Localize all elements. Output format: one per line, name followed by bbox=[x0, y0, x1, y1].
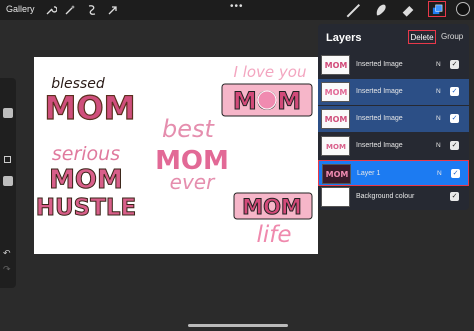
svg-text:MOM: MOM bbox=[325, 115, 348, 124]
svg-text:MOM: MOM bbox=[325, 88, 348, 97]
layer-thumbnail bbox=[321, 187, 350, 207]
magic-wand-icon[interactable] bbox=[63, 3, 77, 17]
wrench-icon[interactable] bbox=[44, 3, 58, 17]
blend-mode[interactable]: N bbox=[436, 88, 441, 95]
art-mom-1: MOM bbox=[45, 89, 136, 127]
layer-name: Inserted Image bbox=[356, 61, 403, 68]
gallery-button[interactable]: Gallery bbox=[6, 4, 35, 14]
layer-name: Layer 1 bbox=[357, 170, 381, 177]
move-arrow-icon[interactable] bbox=[106, 3, 120, 17]
layer-thumbnail: MOM bbox=[321, 55, 350, 75]
visibility-checkbox[interactable]: ✓ bbox=[450, 114, 459, 123]
blend-mode[interactable]: N bbox=[436, 115, 441, 122]
layer-row[interactable]: MOM Inserted Image N ✓ bbox=[318, 79, 469, 105]
canvas-artwork: blessed MOM serious MOM HUSTLE best MOM … bbox=[35, 63, 313, 248]
layer-row[interactable]: MOM Inserted Image N ✓ bbox=[318, 106, 469, 132]
layer-thumbnail: MOM bbox=[322, 164, 351, 184]
svg-text:MOM: MOM bbox=[326, 143, 346, 151]
layer-thumbnail: MOM bbox=[321, 82, 350, 102]
heart-icon bbox=[257, 90, 277, 110]
visibility-checkbox[interactable]: ✓ bbox=[450, 192, 459, 201]
layer-row[interactable]: MOM Inserted Image N ✓ bbox=[318, 133, 469, 159]
eraser-icon[interactable] bbox=[400, 3, 416, 17]
art-mom-2: MOM bbox=[49, 165, 123, 195]
visibility-checkbox[interactable]: ✓ bbox=[450, 60, 459, 69]
modify-button[interactable] bbox=[4, 156, 11, 163]
layer-name: Background colour bbox=[356, 193, 415, 200]
svg-text:MOM: MOM bbox=[326, 170, 349, 179]
home-indicator bbox=[188, 324, 288, 327]
layer-thumbnail: MOM bbox=[321, 136, 350, 156]
visibility-checkbox[interactable]: ✓ bbox=[451, 169, 460, 178]
art-hustle: HUSTLE bbox=[36, 195, 137, 221]
brush-icon[interactable] bbox=[346, 3, 362, 18]
brush-size-slider[interactable] bbox=[3, 108, 13, 118]
selection-icon[interactable] bbox=[85, 3, 99, 17]
layer-thumbnail: MOM bbox=[321, 109, 350, 129]
layer-row-active[interactable]: MOM Layer 1 N ✓ bbox=[318, 160, 469, 186]
art-life: life bbox=[256, 222, 291, 248]
blend-mode[interactable]: N bbox=[436, 142, 441, 149]
layer-row-background[interactable]: Background colour ✓ bbox=[318, 184, 469, 210]
art-mom-5: MOM bbox=[242, 195, 302, 219]
art-serious: serious bbox=[52, 143, 120, 165]
art-best: best bbox=[162, 115, 216, 143]
art-love-you: I love you bbox=[234, 63, 307, 81]
visibility-checkbox[interactable]: ✓ bbox=[450, 87, 459, 96]
layer-row[interactable]: MOM Inserted Image N ✓ bbox=[318, 52, 469, 78]
blend-mode[interactable]: N bbox=[436, 61, 441, 68]
layer-name: Inserted Image bbox=[356, 88, 403, 95]
art-ever: ever bbox=[170, 170, 216, 194]
smudge-icon[interactable] bbox=[373, 3, 389, 17]
more-options[interactable]: ••• bbox=[230, 1, 244, 12]
visibility-checkbox[interactable]: ✓ bbox=[450, 141, 459, 150]
layers-panel: Layers Delete Group MOM Inserted Image N… bbox=[318, 24, 469, 210]
blend-mode[interactable]: N bbox=[437, 170, 442, 177]
layers-icon[interactable] bbox=[428, 1, 446, 17]
color-swatch[interactable] bbox=[456, 2, 470, 16]
drawing-canvas[interactable]: blessed MOM serious MOM HUSTLE best MOM … bbox=[34, 57, 318, 254]
layers-panel-title: Layers bbox=[326, 32, 362, 44]
redo-button[interactable]: ↷ bbox=[3, 264, 11, 275]
opacity-slider[interactable] bbox=[3, 176, 13, 186]
layer-name: Inserted Image bbox=[356, 142, 403, 149]
delete-button[interactable]: Delete bbox=[408, 30, 436, 44]
top-toolbar: Gallery ••• bbox=[0, 0, 474, 20]
layer-name: Inserted Image bbox=[356, 115, 403, 122]
undo-button[interactable]: ↶ bbox=[3, 248, 11, 259]
group-button[interactable]: Group bbox=[441, 32, 463, 41]
svg-text:MOM: MOM bbox=[325, 61, 348, 70]
